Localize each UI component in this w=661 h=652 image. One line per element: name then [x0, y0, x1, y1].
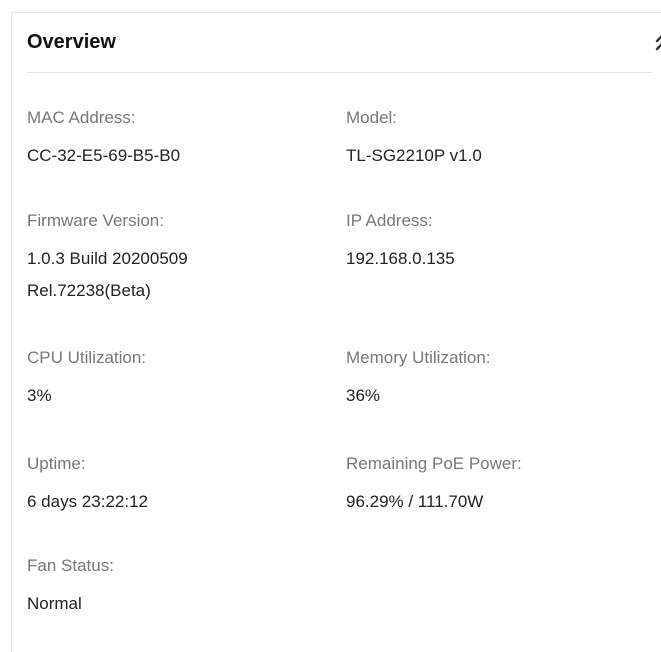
- ip-address-field: IP Address: 192.168.0.135: [346, 210, 646, 272]
- fan-status-label: Fan Status:: [27, 556, 114, 575]
- collapse-button[interactable]: [653, 31, 661, 53]
- overview-panel: Overview MAC Address: CC-32-E5-69-B5-B0 …: [11, 12, 661, 652]
- firmware-version-line2: Rel.72238(Beta): [27, 281, 151, 300]
- ip-address-label: IP Address:: [346, 211, 433, 230]
- memory-utilization-label: Memory Utilization:: [346, 348, 491, 367]
- header-divider: [27, 72, 652, 73]
- cpu-utilization-label: CPU Utilization:: [27, 348, 147, 367]
- cpu-utilization-field: CPU Utilization: 3%: [27, 347, 327, 409]
- uptime-field: Uptime: 6 days 23:22:12: [27, 453, 327, 515]
- remaining-poe-power-label: Remaining PoE Power:: [346, 454, 522, 473]
- uptime-label: Uptime:: [27, 454, 86, 473]
- memory-utilization-value: 36%: [346, 386, 381, 405]
- memory-utilization-field: Memory Utilization: 36%: [346, 347, 646, 409]
- cpu-utilization-value: 3%: [27, 386, 52, 405]
- fan-status-field: Fan Status: Normal: [27, 555, 327, 617]
- firmware-version-field: Firmware Version: 1.0.3 Build 20200509 R…: [27, 210, 327, 304]
- fan-status-value: Normal: [27, 594, 82, 613]
- uptime-value: 6 days 23:22:12: [27, 492, 148, 511]
- model-label: Model:: [346, 108, 398, 127]
- firmware-version-value: 1.0.3 Build 20200509 Rel.72238(Beta): [27, 246, 327, 304]
- remaining-poe-power-field: Remaining PoE Power: 96.29% / 111.70W: [346, 453, 646, 515]
- mac-address-label: MAC Address:: [27, 108, 136, 127]
- double-chevron-up-icon: [655, 35, 661, 51]
- panel-header: Overview: [27, 29, 661, 55]
- model-value: TL-SG2210P v1.0: [346, 146, 482, 165]
- ip-address-value: 192.168.0.135: [346, 249, 455, 268]
- panel-title: Overview: [27, 31, 116, 53]
- mac-address-value: CC-32-E5-69-B5-B0: [27, 146, 181, 165]
- model-field: Model: TL-SG2210P v1.0: [346, 107, 646, 169]
- firmware-version-label: Firmware Version:: [27, 211, 164, 230]
- remaining-poe-power-value: 96.29% / 111.70W: [346, 492, 484, 511]
- firmware-version-line1: 1.0.3 Build 20200509: [27, 249, 188, 268]
- mac-address-field: MAC Address: CC-32-E5-69-B5-B0: [27, 107, 327, 169]
